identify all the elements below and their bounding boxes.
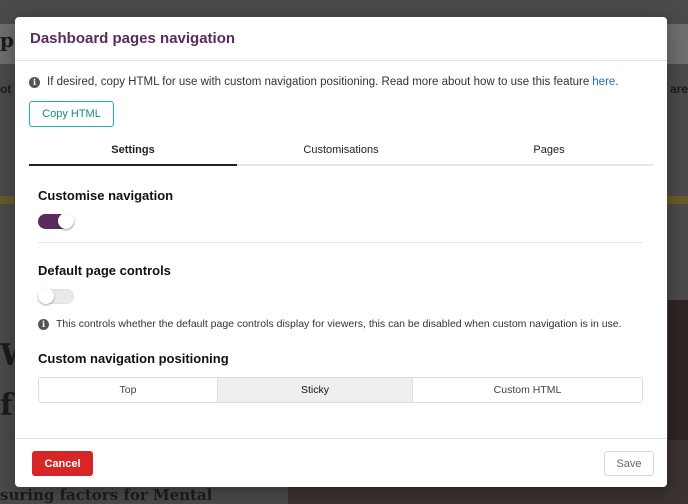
position-option-sticky[interactable]: Sticky	[218, 378, 413, 402]
tab-bar: Settings Customisations Pages	[29, 140, 653, 166]
modal-footer: Cancel Save	[15, 438, 667, 487]
default-page-controls-label: Default page controls	[38, 263, 171, 278]
customise-navigation-toggle[interactable]	[38, 213, 74, 229]
cancel-button[interactable]: Cancel	[32, 451, 93, 476]
help-link[interactable]: here	[592, 76, 615, 88]
info-circle-icon: i	[38, 318, 49, 330]
info-suffix: .	[615, 76, 619, 88]
tab-settings[interactable]: Settings	[29, 140, 237, 166]
help-text: This controls whether the default page c…	[56, 318, 622, 330]
info-circle-icon: i	[29, 76, 40, 88]
modal-header: Dashboard pages navigation	[15, 17, 667, 61]
background-text-fragment: f	[0, 388, 13, 423]
customise-navigation-label: Customise navigation	[38, 188, 174, 203]
toggle-knob	[38, 288, 54, 304]
section-divider	[38, 242, 643, 243]
navigation-settings-modal: Dashboard pages navigation i If desired,…	[15, 17, 667, 487]
background-article-title: suring factors for Mental	[0, 486, 213, 504]
info-text: If desired, copy HTML for use with custo…	[47, 76, 590, 88]
background-image	[668, 300, 688, 460]
toggle-knob	[58, 213, 74, 229]
page-controls-help: i This controls whether the default page…	[38, 318, 622, 330]
position-option-top[interactable]: Top	[39, 378, 218, 402]
tab-customisations[interactable]: Customisations	[237, 140, 445, 164]
positioning-selector: Top Sticky Custom HTML	[38, 377, 643, 403]
default-page-controls-toggle[interactable]	[38, 288, 74, 304]
modal-title: Dashboard pages navigation	[30, 30, 236, 47]
background-text-fragment: ot	[0, 82, 12, 96]
tab-pages[interactable]: Pages	[445, 140, 653, 164]
positioning-label: Custom navigation positioning	[38, 351, 229, 366]
background-text-fragment: are	[670, 82, 688, 96]
info-message: i If desired, copy HTML for use with cus…	[15, 61, 667, 88]
position-option-custom-html[interactable]: Custom HTML	[413, 378, 642, 402]
save-button[interactable]: Save	[604, 451, 654, 476]
copy-html-button[interactable]: Copy HTML	[29, 101, 114, 127]
